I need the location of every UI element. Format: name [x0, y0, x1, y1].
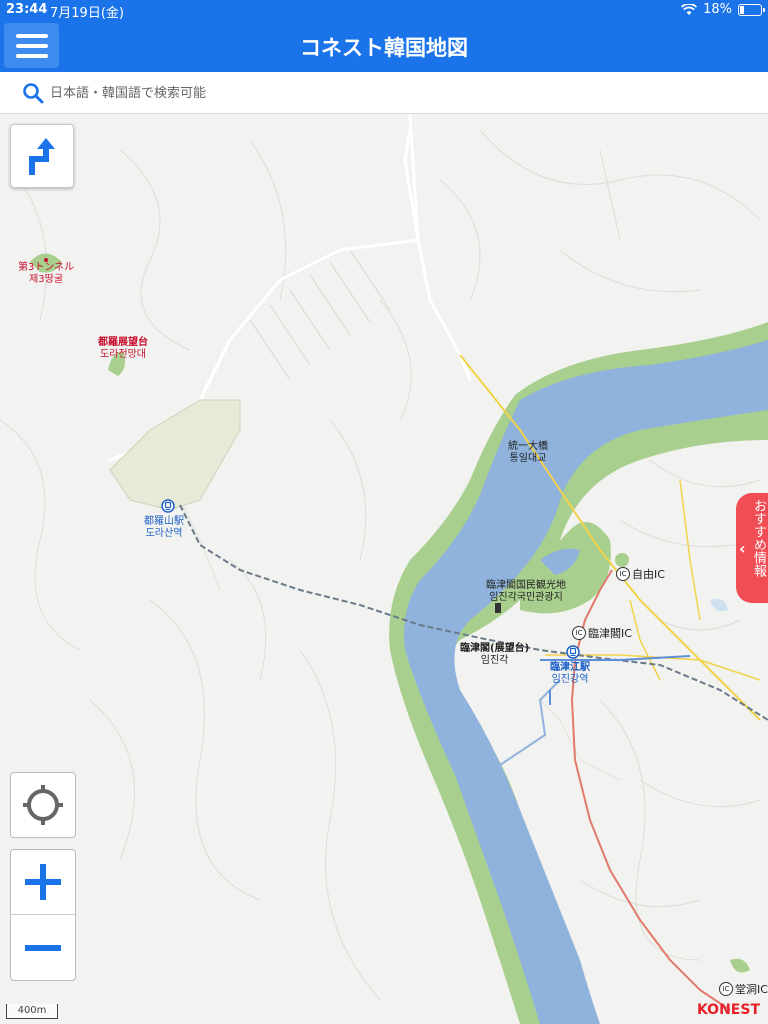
- app-root: 23:44 7月19日(金) 18% コネスト韓国地図 日本語・韓国語で検索可能…: [0, 0, 768, 1024]
- wifi-icon: [681, 3, 698, 15]
- ic-badge: IC: [572, 626, 586, 640]
- app-title: コネスト韓国地図: [300, 36, 468, 60]
- map-canvas[interactable]: IC 自由IC IC 臨津閣IC IC 堂洞IC 第3トンネル 제3땅굴 都羅展…: [0, 114, 768, 1024]
- zoom-in-button[interactable]: [11, 850, 75, 915]
- search-icon[interactable]: [22, 82, 44, 104]
- ic-label: 自由IC: [632, 568, 665, 581]
- search-input[interactable]: [50, 80, 750, 106]
- status-indicators: 18%: [681, 2, 765, 17]
- route-button[interactable]: [10, 124, 74, 188]
- battery-icon: [738, 3, 765, 16]
- crosshair-icon: [23, 785, 63, 825]
- chevron-left-icon: ‹: [739, 539, 746, 558]
- minus-icon: [25, 944, 61, 951]
- place-label-dora-observatory[interactable]: 都羅展望台 도라전망대: [98, 337, 148, 361]
- app-header: コネスト韓国地図: [0, 20, 768, 72]
- place-label-imjingak-observatory[interactable]: 臨津閣(展望台) 임진각: [460, 643, 529, 667]
- ic-marker-jayu[interactable]: IC 自由IC: [616, 566, 665, 582]
- zoom-out-button[interactable]: [11, 915, 75, 980]
- station-marker-dorasan[interactable]: [161, 499, 175, 513]
- ic-label: 堂洞IC: [735, 983, 768, 996]
- status-bar: 23:44 7月19日(金) 18%: [0, 0, 768, 21]
- status-time: 23:44: [6, 2, 48, 17]
- ic-marker-dangdong[interactable]: IC 堂洞IC: [719, 981, 768, 997]
- place-label-imjingang-station[interactable]: 臨津江駅 임진강역: [550, 662, 590, 686]
- recommend-info-tab[interactable]: ‹ おすすめ情報: [736, 493, 768, 603]
- place-label-dorasan-station[interactable]: 都羅山駅 도라산역: [144, 516, 184, 540]
- plus-icon: [25, 864, 61, 900]
- battery-percent: 18%: [703, 2, 732, 17]
- zoom-controls: [10, 849, 76, 981]
- status-date: 7月19日(金): [50, 6, 124, 21]
- konest-logo: KONEST: [696, 1002, 760, 1018]
- place-label-imjingak-resort[interactable]: 臨津閣国民観光地 임진각국민관광지: [486, 580, 566, 604]
- place-label-third-tunnel[interactable]: 第3トンネル 제3땅굴: [18, 262, 74, 286]
- recommend-label: おすすめ情報: [751, 499, 766, 577]
- station-marker-imjingang[interactable]: [566, 645, 580, 659]
- current-location-button[interactable]: [10, 772, 76, 838]
- route-arrow-icon: [29, 138, 55, 175]
- ic-label: 臨津閣IC: [588, 627, 632, 640]
- search-bar: [0, 72, 768, 114]
- ic-badge: IC: [719, 982, 733, 996]
- place-label-unification-bridge[interactable]: 統一大橋 통일대교: [508, 441, 548, 465]
- ic-badge: IC: [616, 567, 630, 581]
- map-scale: 400m: [6, 1004, 58, 1019]
- ic-marker-imjingak[interactable]: IC 臨津閣IC: [572, 625, 632, 641]
